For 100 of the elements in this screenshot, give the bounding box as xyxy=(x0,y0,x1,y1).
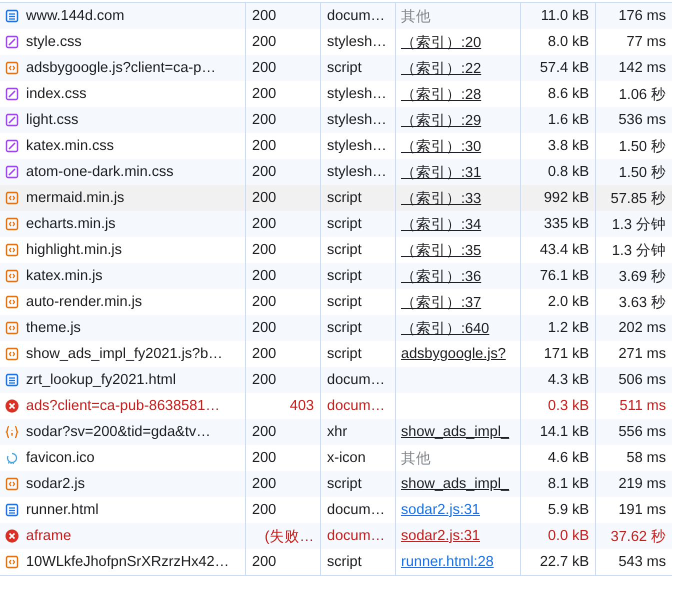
request-row[interactable]: light.css 200 stylesh… （索引）:29 1.6 kB 536 ms xyxy=(0,107,672,133)
transfer-size: 57.4 kB xyxy=(540,60,589,76)
resource-type: stylesh… xyxy=(327,164,387,180)
transfer-size: 335 kB xyxy=(544,216,589,232)
status-code: 200 xyxy=(252,242,276,258)
initiator-link[interactable]: sodar2.js:31 xyxy=(401,502,480,518)
request-name: theme.js xyxy=(26,320,81,336)
resource-type: script xyxy=(327,190,362,206)
request-time: 77 ms xyxy=(626,34,666,50)
code-icon xyxy=(5,295,19,309)
status-code: 200 xyxy=(252,138,276,154)
initiator-link[interactable]: （索引）:29 xyxy=(401,110,482,130)
transfer-size: 5.9 kB xyxy=(548,502,589,518)
pencil-square-icon xyxy=(5,113,19,127)
status-code: 200 xyxy=(252,502,276,518)
transfer-size: 171 kB xyxy=(544,346,589,362)
initiator-link[interactable]: （索引）:34 xyxy=(401,214,482,234)
initiator-link[interactable]: （索引）:20 xyxy=(401,32,482,52)
status-code: 200 xyxy=(252,216,276,232)
initiator-link[interactable]: （索引）:37 xyxy=(401,292,482,312)
code-icon xyxy=(5,243,19,257)
request-row[interactable]: www.144d.com 200 docum… 其他 11.0 kB 176 ms xyxy=(0,3,672,29)
resource-type: stylesh… xyxy=(327,34,387,50)
pencil-square-icon xyxy=(5,87,19,101)
initiator-link[interactable]: sodar2.js:31 xyxy=(401,528,480,544)
initiator-text: 其他 xyxy=(401,450,431,468)
transfer-size: 11.0 kB xyxy=(540,8,589,24)
error-icon xyxy=(5,399,19,413)
request-name: atom-one-dark.min.css xyxy=(26,164,174,180)
document-icon xyxy=(5,373,19,387)
error-icon xyxy=(5,529,19,543)
request-name: zrt_lookup_fy2021.html xyxy=(26,372,176,388)
pencil-square-icon xyxy=(5,35,19,49)
initiator-link[interactable]: （索引）:35 xyxy=(401,240,482,260)
status-code: 200 xyxy=(252,476,276,492)
request-row[interactable]: katex.min.js 200 script （索引）:36 76.1 kB 3.69 秒 xyxy=(0,263,672,289)
resource-type: script xyxy=(327,346,362,362)
initiator-link[interactable]: show_ads_impl_ xyxy=(401,476,510,492)
request-name: light.css xyxy=(26,112,78,128)
request-name: style.css xyxy=(26,34,82,50)
status-code: 200 xyxy=(252,34,276,50)
resource-type: docum… xyxy=(327,398,386,414)
initiator-link[interactable]: adsbygoogle.js? xyxy=(401,346,506,362)
request-name: sodar?sv=200&tid=gda&tv… xyxy=(26,424,211,440)
request-time: 37.62 秒 xyxy=(610,528,666,546)
request-time: 543 ms xyxy=(618,554,666,570)
request-name: index.css xyxy=(26,86,86,102)
initiator-link[interactable]: （索引）:640 xyxy=(401,318,490,338)
status-code: 200 xyxy=(252,60,276,76)
request-row[interactable]: sodar?sv=200&tid=gda&tv… 200 xhr show_ads_impl_ 14.1 kB 556 ms xyxy=(0,419,672,445)
transfer-size: 2.0 kB xyxy=(548,294,589,310)
request-time: 556 ms xyxy=(618,424,666,440)
code-icon xyxy=(5,217,19,231)
status-code: 200 xyxy=(252,190,276,206)
transfer-size: 3.8 kB xyxy=(548,138,589,154)
request-time: 176 ms xyxy=(618,8,666,24)
status-code: 200 xyxy=(252,450,276,466)
resource-type: script xyxy=(327,268,362,284)
request-name: www.144d.com xyxy=(26,8,124,24)
status-code: 200 xyxy=(252,86,276,102)
initiator-link[interactable]: （索引）:22 xyxy=(401,58,482,78)
resource-type: script xyxy=(327,476,362,492)
request-row[interactable]: aframe (失败… docum… sodar2.js:31 0.0 kB 37.62 秒 xyxy=(0,523,672,549)
resource-type: script xyxy=(327,60,362,76)
code-icon xyxy=(5,477,19,491)
request-row[interactable]: atom-one-dark.min.css 200 stylesh… （索引）:31 0.8 kB 1.50 秒 xyxy=(0,159,672,185)
request-name: auto-render.min.js xyxy=(26,294,142,310)
initiator-link[interactable]: （索引）:36 xyxy=(401,266,482,286)
request-time: 1.3 分钟 xyxy=(612,216,666,234)
initiator-link[interactable]: （索引）:28 xyxy=(401,84,482,104)
initiator-link[interactable]: （索引）:30 xyxy=(401,136,482,156)
code-icon xyxy=(5,555,19,569)
request-row[interactable]: theme.js 200 script （索引）:640 1.2 kB 202 ms xyxy=(0,315,672,341)
transfer-size: 43.4 kB xyxy=(540,242,589,258)
request-time: 511 ms xyxy=(620,398,666,414)
request-row[interactable]: zrt_lookup_fy2021.html 200 docum… 4.3 kB 506 ms xyxy=(0,367,672,393)
resource-type: script xyxy=(327,216,362,232)
initiator-link[interactable]: show_ads_impl_ xyxy=(401,424,510,440)
transfer-size: 4.3 kB xyxy=(548,372,589,388)
initiator-link[interactable]: （索引）:33 xyxy=(401,188,482,208)
request-row[interactable]: echarts.min.js 200 script （索引）:34 335 kB 1.3 分钟 xyxy=(0,211,672,237)
request-time: 191 ms xyxy=(618,502,666,518)
request-time: 142 ms xyxy=(618,60,666,76)
resource-type: x-icon xyxy=(327,450,366,466)
request-row[interactable]: sodar2.js 200 script show_ads_impl_ 8.1 kB 219 ms xyxy=(0,471,672,497)
initiator-link[interactable]: （索引）:31 xyxy=(401,162,482,182)
status-code: 200 xyxy=(252,554,276,570)
request-row[interactable]: mermaid.min.js 200 script （索引）:33 992 kB 57.85 秒 xyxy=(0,185,672,211)
request-time: 271 ms xyxy=(618,346,666,362)
code-icon xyxy=(5,61,19,75)
status-code: 200 xyxy=(252,268,276,284)
status-code: 200 xyxy=(252,294,276,310)
initiator-link[interactable]: runner.html:28 xyxy=(401,554,494,570)
pencil-square-icon xyxy=(5,139,19,153)
transfer-size: 14.1 kB xyxy=(540,424,589,440)
request-row[interactable]: adsbygoogle.js?client=ca-p… 200 script （索引）:22 57.4 kB 142 ms xyxy=(0,55,672,81)
transfer-size: 8.6 kB xyxy=(548,86,589,102)
braces-icon xyxy=(5,425,19,439)
resource-type: script xyxy=(327,554,362,570)
request-name: show_ads_impl_fy2021.js?b… xyxy=(26,346,223,362)
